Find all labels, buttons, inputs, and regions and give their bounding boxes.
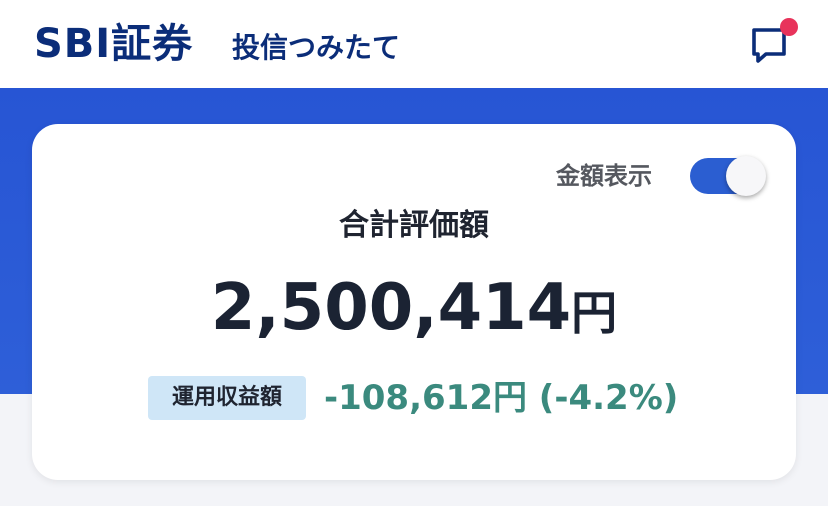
summary-card: 金額表示 合計評価額 2,500,414円 運用収益額 -108,612円 (-… bbox=[32, 124, 796, 480]
total-amount-value: 2,500,414 bbox=[210, 271, 572, 345]
profit-label-badge: 運用収益額 bbox=[148, 376, 306, 420]
total-valuation-amount: 2,500,414円 bbox=[32, 270, 796, 351]
app-title: 投信つみたて bbox=[232, 31, 401, 64]
notification-badge bbox=[780, 18, 798, 36]
app-header: SBI証券 投信つみたて bbox=[0, 0, 828, 88]
currency-unit: 円 bbox=[571, 286, 618, 340]
notification-button[interactable] bbox=[746, 18, 800, 70]
amount-display-label: 金額表示 bbox=[556, 162, 652, 190]
profit-value: -108,612円 (-4.2%) bbox=[324, 378, 679, 418]
total-valuation-label: 合計評価額 bbox=[339, 208, 489, 243]
amount-display-toggle[interactable] bbox=[690, 156, 766, 196]
sbi-logo: SBI証券 bbox=[34, 21, 194, 67]
toggle-knob bbox=[726, 156, 766, 196]
